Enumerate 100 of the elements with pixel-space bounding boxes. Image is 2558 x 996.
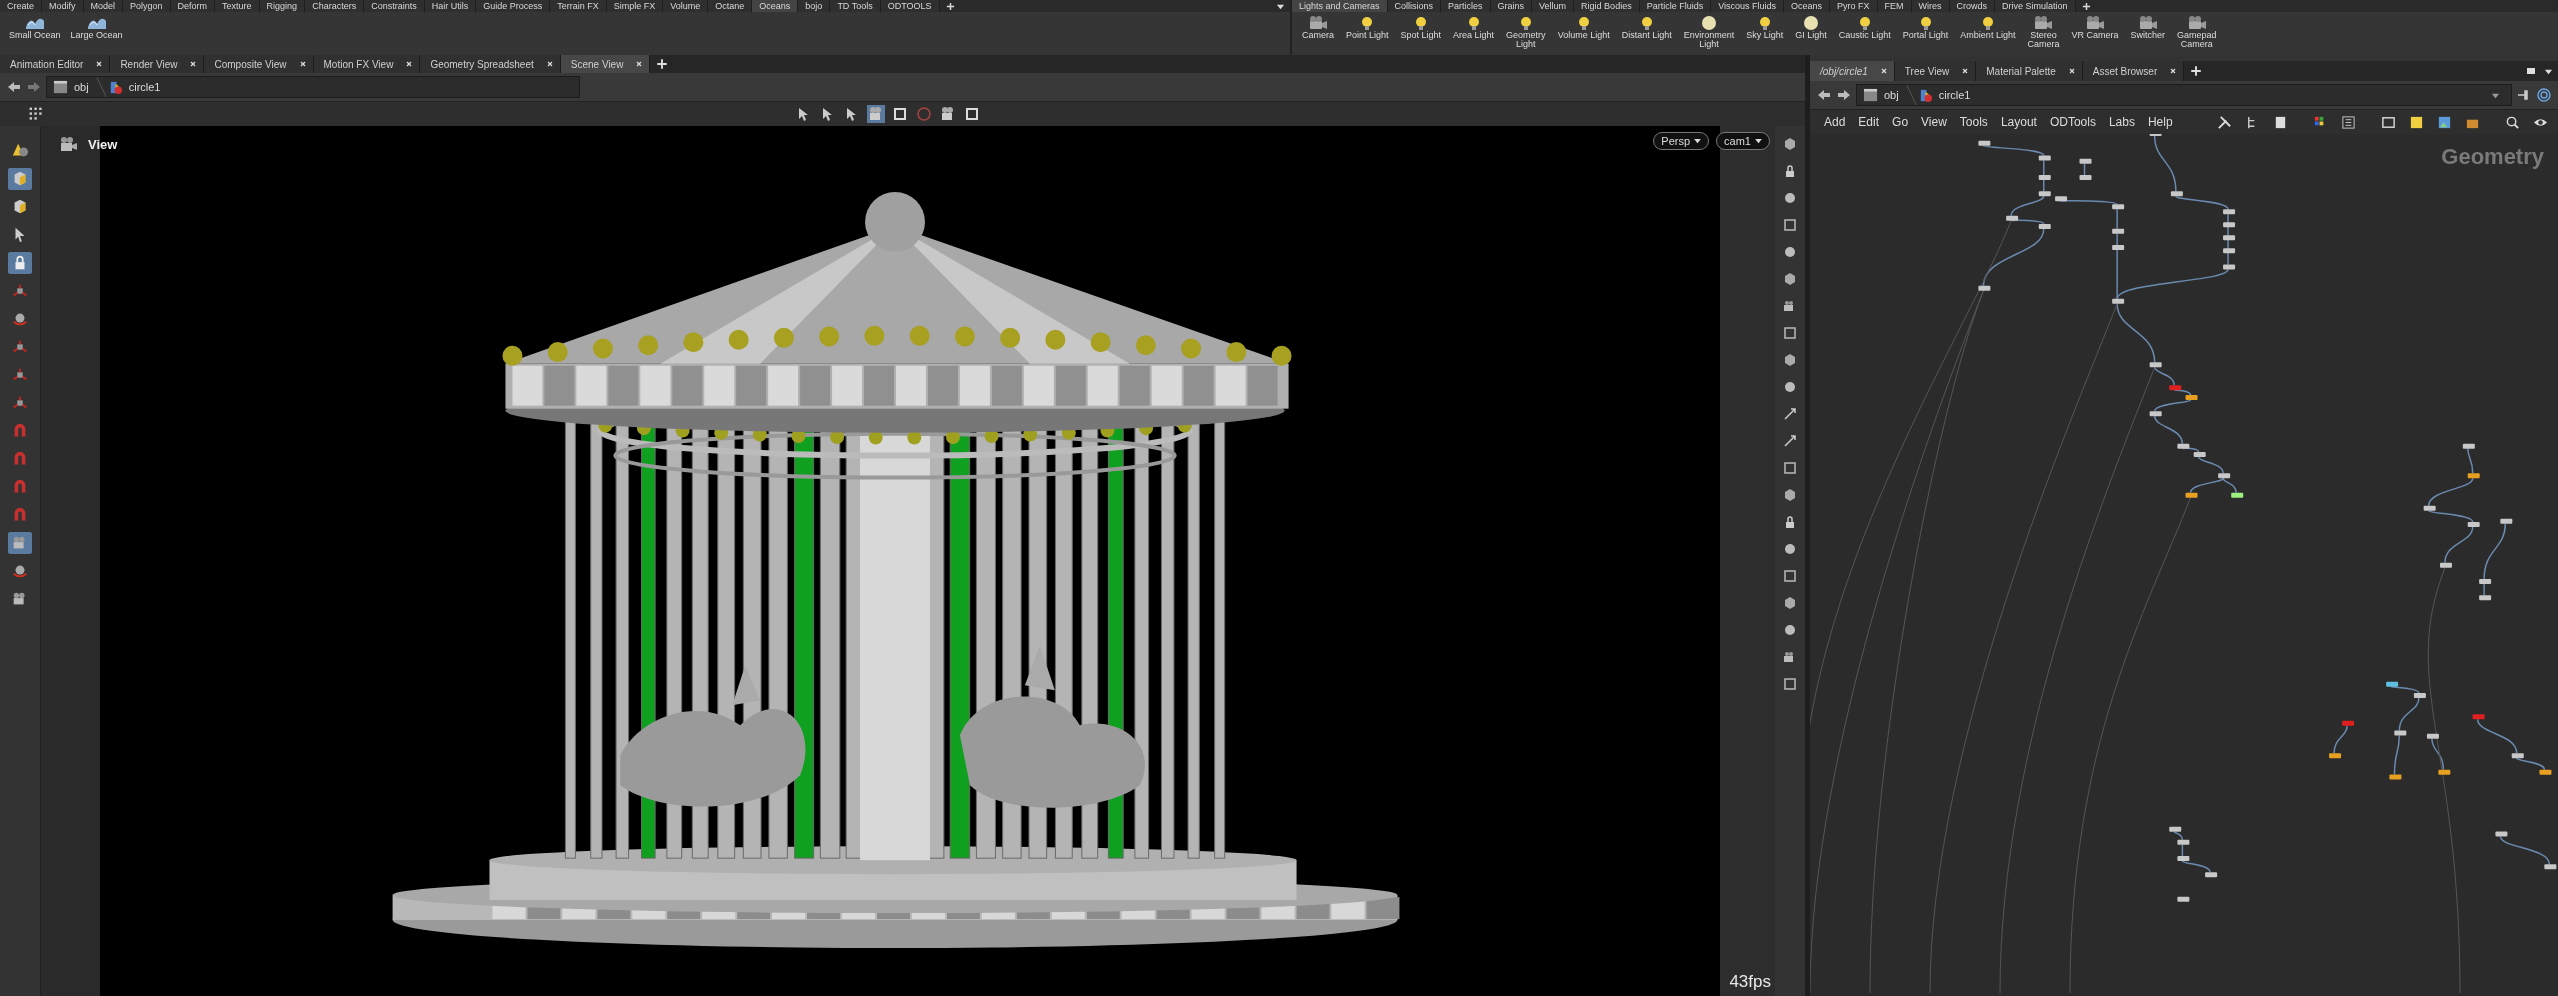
graph-node[interactable] (1978, 285, 1991, 291)
target-icon[interactable] (2536, 87, 2552, 103)
shelf-tab[interactable]: Characters (305, 0, 365, 12)
graph-node[interactable] (1978, 140, 1991, 146)
shelf-tool-button[interactable]: Area Light (1449, 15, 1499, 40)
graph-node[interactable] (2440, 562, 2452, 568)
graph-node[interactable] (2544, 864, 2557, 870)
graph-node[interactable] (2112, 204, 2125, 210)
shelf-tool-button[interactable]: Gamepad Camera (2172, 15, 2221, 49)
shelf-tool-button[interactable]: Portal Light (1898, 15, 1953, 40)
graph-node[interactable] (2079, 158, 2092, 164)
graph-node[interactable] (2112, 228, 2125, 234)
path-segment[interactable]: circle1 (128, 81, 161, 93)
graph-node[interactable] (2149, 134, 2162, 137)
image-icon[interactable] (2437, 114, 2452, 130)
graph-node[interactable] (2495, 831, 2508, 837)
shelf-tool-button[interactable]: Sky Light (1742, 15, 1788, 40)
graph-node[interactable] (2112, 245, 2125, 251)
graph-node[interactable] (2149, 411, 2162, 417)
graph-node[interactable] (2193, 451, 2206, 457)
shelf-tab[interactable]: ODTOOLS (880, 0, 940, 12)
shelf-tool-button[interactable]: GI Light (1791, 15, 1831, 40)
sphere-icon[interactable] (1782, 379, 1798, 395)
menu-item[interactable]: Edit (1858, 115, 1880, 129)
cube-icon[interactable] (1782, 595, 1798, 611)
graph-node[interactable] (2177, 443, 2190, 449)
sphere-icon[interactable] (1782, 541, 1798, 557)
menu-item[interactable]: ODTools (2049, 115, 2096, 129)
shelf-tool-button[interactable]: Stereo Camera (2023, 15, 2064, 49)
add-tab-icon[interactable] (656, 58, 669, 70)
shelf-tool-button[interactable]: VR Camera (2067, 15, 2123, 40)
graph-node[interactable] (2149, 362, 2162, 368)
graph-node[interactable] (2177, 856, 2190, 861)
close-icon[interactable] (545, 60, 554, 68)
graph-node[interactable] (2055, 196, 2068, 202)
graph-node[interactable] (2438, 769, 2451, 775)
shelf-tab[interactable]: Hair Utils (424, 0, 477, 12)
shelf-tool-button[interactable]: Small Ocean (6, 15, 64, 40)
shelf-tool-button[interactable]: Ambient Light (1956, 15, 2020, 40)
path-field[interactable]: obj circle1 (46, 76, 580, 98)
add-tab-icon[interactable] (2190, 65, 2203, 77)
graph-node[interactable] (2112, 298, 2125, 304)
shelf-tool-button[interactable]: Camera (1298, 15, 1338, 40)
pane-tab[interactable]: Geometry Spreadsheet (420, 55, 561, 73)
graph-node[interactable] (2500, 518, 2513, 524)
close-icon[interactable] (405, 60, 414, 68)
graph-node[interactable] (2170, 191, 2183, 197)
graph-node[interactable] (2223, 248, 2236, 254)
menu-item[interactable]: Tools (1959, 115, 1988, 129)
shelf-tab[interactable]: Oceans (752, 0, 799, 12)
pane-tab[interactable]: Composite View (204, 55, 314, 73)
graph-node[interactable] (2342, 720, 2355, 726)
shelf-tab[interactable]: Simple FX (606, 0, 664, 12)
graph-node[interactable] (2394, 730, 2407, 736)
shelf-tab[interactable]: Wires (1911, 0, 1950, 12)
search-icon[interactable] (2505, 114, 2520, 130)
graph-node[interactable] (2079, 175, 2092, 180)
graph-node[interactable] (2511, 753, 2524, 759)
shelf-tab[interactable]: Constraints (364, 0, 425, 12)
shelf-tool-button[interactable]: Distant Light (1617, 15, 1676, 40)
back-arrow-icon[interactable] (1816, 87, 1832, 103)
arrow-icon[interactable] (1782, 433, 1798, 449)
menu-item[interactable]: Add (1824, 115, 1846, 129)
graph-node[interactable] (2467, 522, 2480, 527)
shelf-tab[interactable]: Texture (215, 0, 260, 12)
arrow-icon[interactable] (1782, 406, 1798, 422)
shelf-tool-button[interactable]: Switcher (2126, 15, 2169, 40)
network-box-icon[interactable] (2381, 114, 2396, 130)
graph-node[interactable] (2426, 733, 2439, 739)
cube-icon[interactable] (1782, 352, 1798, 368)
graph-node[interactable] (2185, 394, 2198, 400)
shelf-tab[interactable]: Lights and Cameras (1292, 0, 1388, 12)
shelf-tab[interactable]: Viscous Fluids (1711, 0, 1785, 12)
graph-node[interactable] (2223, 264, 2236, 270)
forward-arrow-icon[interactable] (1836, 87, 1852, 103)
shelf-tab[interactable]: Octane (708, 0, 753, 12)
cube-icon[interactable] (1782, 271, 1798, 287)
graph-node[interactable] (2423, 505, 2436, 511)
shelf-tool-button[interactable]: Environment Light (1679, 15, 1739, 49)
graph-node[interactable] (2386, 681, 2399, 687)
shelf-tab[interactable]: Pyro FX (1830, 0, 1878, 12)
add-tab-icon[interactable] (945, 1, 955, 11)
graph-node[interactable] (2038, 191, 2051, 197)
menu-item[interactable]: Go (1892, 115, 1909, 129)
path-segment[interactable]: circle1 (1938, 89, 1971, 101)
dot-grid-icon[interactable] (28, 106, 44, 122)
forward-arrow-icon[interactable] (26, 79, 42, 95)
pane-tab[interactable]: Tree View (1894, 61, 1977, 81)
shelf-tool-button[interactable]: Large Ocean (67, 15, 126, 40)
shelf-tab[interactable]: TD Tools (830, 0, 881, 12)
menu-item[interactable]: View (1921, 115, 1947, 129)
close-icon[interactable] (1961, 67, 1970, 75)
graph-node[interactable] (2329, 753, 2342, 759)
shelf-tool-button[interactable]: Caustic Light (1834, 15, 1895, 40)
path-segment[interactable]: obj (74, 81, 89, 93)
menu-item[interactable]: Labs (2108, 115, 2135, 129)
sticky-note-icon[interactable] (2409, 114, 2424, 130)
shelf-tool-button[interactable]: Point Light (1342, 15, 1393, 40)
graph-node[interactable] (2218, 473, 2231, 479)
graph-node[interactable] (2467, 473, 2480, 479)
